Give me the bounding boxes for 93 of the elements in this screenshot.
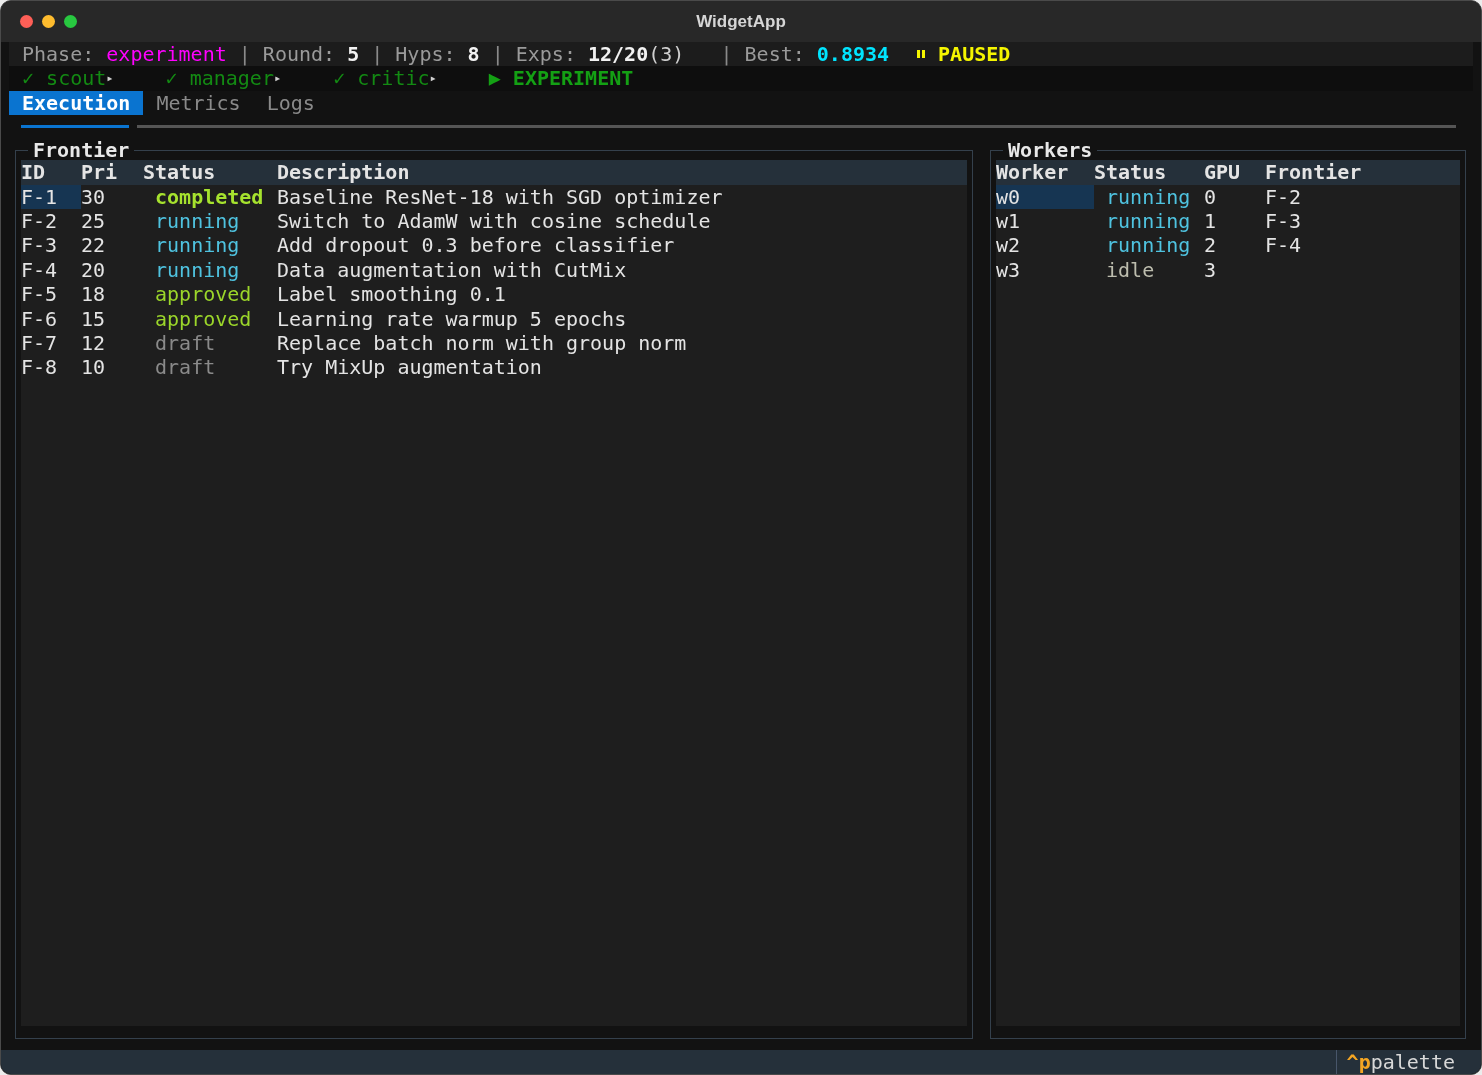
close-button[interactable] (20, 15, 33, 28)
table-cell-text: 10 (81, 355, 107, 380)
table-cell-text: Data augmentation with CutMix (277, 257, 628, 283)
arrow-marker: ▸ (106, 70, 114, 88)
table-cell-text: 12 (81, 330, 107, 356)
table-cell[interactable]: F-3 (21, 233, 81, 258)
status-cell-text: approved (154, 306, 253, 331)
table-cell[interactable]: w3 (996, 257, 1094, 283)
table-cell-text: F-2 (1265, 184, 1303, 209)
check-mark: ✓ (22, 66, 36, 91)
table-cell[interactable]: F-8 (21, 355, 81, 380)
column-header: Frontier (1265, 160, 1363, 185)
status-cell-text: running (1105, 184, 1192, 209)
table-cell[interactable]: w0 (996, 184, 1094, 209)
stage-name: EXPERIMENT (512, 66, 634, 91)
check-mark: ✓ (165, 66, 179, 91)
separator-text: | (370, 42, 385, 67)
minimize-button[interactable] (42, 15, 55, 28)
status-cell-text: completed (154, 184, 265, 209)
table-cell-text: 3 (1204, 257, 1218, 283)
status-label: Exps: (515, 42, 577, 67)
stage-name: scout (46, 66, 107, 91)
status-cell-text: running (1105, 208, 1192, 234)
panel-title: Frontier (32, 140, 131, 161)
column-header: GPU (1204, 160, 1242, 185)
status-label: Best: (744, 42, 806, 67)
tab[interactable]: Execution (9, 90, 144, 116)
status-value: experiment (106, 42, 227, 67)
panel-title: Workers (1007, 140, 1094, 161)
table-cell[interactable]: w1 (996, 208, 1094, 234)
status-cell-text: draft (154, 355, 217, 380)
stage-name: critic (357, 66, 430, 91)
status-value: 5 (347, 42, 360, 67)
table-cell-text: F-4 (1265, 233, 1303, 258)
current-marker: ▶ (488, 66, 502, 91)
status-cell-text: running (154, 233, 241, 258)
stage-name: manager (189, 66, 274, 91)
table-cell-text: Switch to AdamW with cosine schedule (277, 208, 712, 234)
column-header: ID (21, 160, 47, 185)
table-cell-text: Learning rate warmup 5 epochs (277, 306, 628, 331)
paused-text: PAUSED (938, 42, 1011, 67)
status-cell-text: draft (154, 330, 217, 356)
status-cell-text: approved (154, 282, 253, 307)
table-cell[interactable]: F-6 (21, 306, 81, 331)
status-cell-text: running (154, 257, 241, 283)
status-label: Round: (262, 42, 337, 67)
table-cell[interactable]: F-5 (21, 282, 81, 307)
shortcut-key: ^p (1346, 1050, 1371, 1074)
table-cell-text: F-3 (1265, 208, 1303, 234)
table-cell-text: Label smoothing 0.1 (277, 282, 507, 307)
table-cell-text: 20 (81, 257, 107, 283)
arrow-marker: ▸ (429, 71, 437, 88)
tab[interactable]: Logs (253, 90, 328, 116)
table-cell[interactable]: F-1 (21, 184, 81, 209)
separator-text: | (237, 42, 252, 67)
column-header: Status (1094, 160, 1168, 185)
table-cell-text: Add dropout 0.3 before classifier (277, 233, 676, 258)
table-cell-text: Baseline ResNet-18 with SGD optimizer (277, 184, 724, 209)
table-cell[interactable]: F-7 (21, 330, 81, 356)
status-cell-text: idle (1105, 257, 1156, 283)
table-cell-text: 18 (81, 282, 107, 307)
column-header: Description (277, 160, 411, 185)
table-cell-text: 0 (1204, 184, 1218, 209)
table-cell[interactable]: F-2 (21, 208, 81, 234)
table-cell[interactable]: w2 (996, 233, 1094, 258)
table-cell[interactable]: F-4 (21, 257, 81, 283)
table-cell-text: 25 (81, 208, 107, 234)
status-label: Phase: (22, 42, 96, 67)
table-cell-text: 30 (81, 184, 107, 209)
table-cell-text: 22 (81, 233, 107, 258)
tab[interactable]: Metrics (143, 90, 254, 116)
table-cell-text: Replace batch norm with group norm (277, 330, 688, 356)
column-header: Status (143, 160, 217, 185)
separator-text: | (490, 42, 505, 67)
table-cell-text: 15 (81, 306, 107, 331)
shortcut-label[interactable]: palette (1370, 1050, 1455, 1074)
arrow-marker: ▸ (273, 70, 282, 86)
status-value: 12/20 (588, 42, 649, 67)
status-extra: (3) (648, 42, 686, 67)
zoom-button[interactable] (64, 15, 77, 28)
status-cell-text: running (154, 208, 241, 234)
status-value: 0.8934 (816, 42, 890, 67)
table-cell-text: Try MixUp augmentation (277, 355, 543, 380)
table-cell-text: 2 (1204, 233, 1218, 258)
column-header: Worker (996, 160, 1070, 185)
window-title: WidgetApp (696, 11, 786, 32)
table-cell-text: 1 (1204, 208, 1218, 234)
status-value: 8 (467, 42, 480, 67)
status-label: Hyps: (395, 42, 457, 67)
column-header: Pri (81, 160, 119, 185)
check-mark: ✓ (333, 66, 347, 91)
separator-text: | (719, 42, 734, 67)
status-cell-text: running (1105, 233, 1192, 258)
